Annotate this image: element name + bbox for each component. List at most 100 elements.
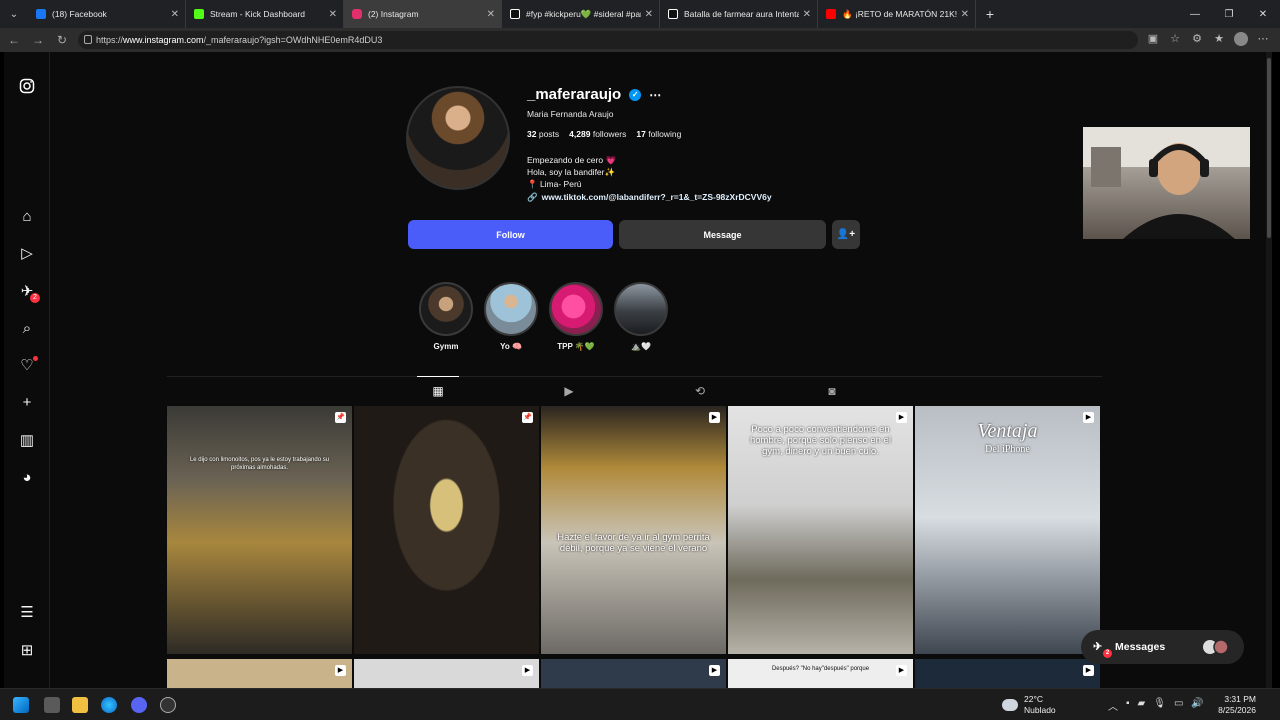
windows-start-icon[interactable]: [13, 697, 29, 713]
following-stat[interactable]: 17 following: [636, 129, 681, 139]
close-tab-icon[interactable]: ✕: [171, 9, 179, 20]
grid-post[interactable]: ▶: [915, 659, 1100, 691]
forward-arrow-icon[interactable]: →: [26, 33, 50, 47]
site-info-icon[interactable]: [84, 35, 92, 44]
grid-post[interactable]: ▶: [354, 659, 539, 691]
messages-icon: ✈ 2: [1093, 640, 1112, 658]
grid-post[interactable]: ▶ Hazte el favor de ya ir al gym perrita…: [541, 406, 726, 654]
highlight-mountain[interactable]: ⛰️🤍: [613, 282, 669, 351]
tab-facebook[interactable]: (18) Facebook ✕: [28, 0, 186, 28]
suggested-users-icon[interactable]: 👤+: [832, 220, 860, 249]
tab-youtube[interactable]: 🔥 ¡RETO de MARATÓN 21K! 🏃 ✕: [818, 0, 976, 28]
dashboard-icon[interactable]: ▥: [18, 432, 36, 450]
menu-dots-icon[interactable]: ⋯: [1256, 32, 1270, 46]
reel-icon: ▶: [709, 412, 720, 423]
minimize-icon[interactable]: —: [1178, 9, 1212, 20]
extensions-icon[interactable]: ⚙: [1190, 32, 1204, 46]
network-icon[interactable]: ▭: [1174, 698, 1183, 713]
url-scheme: https://: [96, 35, 124, 45]
notifications-heart-icon[interactable]: ♡: [18, 356, 38, 375]
more-menu-icon[interactable]: ☰: [18, 604, 36, 622]
reels-tab-icon[interactable]: ▶: [561, 383, 577, 399]
tab-title: Stream - Kick Dashboard: [210, 9, 305, 19]
home-icon[interactable]: ⌂: [18, 208, 36, 226]
close-tab-icon[interactable]: ✕: [803, 9, 811, 20]
messages-icon[interactable]: ✈ 2: [18, 283, 40, 303]
microphone-icon[interactable]: 🎙: [1153, 698, 1166, 713]
volume-icon[interactable]: 🔊: [1191, 698, 1203, 713]
profile-picture[interactable]: [406, 86, 510, 190]
task-view-icon[interactable]: [44, 697, 60, 713]
reel-icon: ▶: [896, 665, 907, 676]
close-window-icon[interactable]: ✕: [1246, 9, 1280, 20]
options-dots-icon[interactable]: ⋯: [649, 88, 661, 102]
create-plus-icon[interactable]: +: [18, 394, 36, 412]
close-tab-icon[interactable]: ✕: [645, 9, 653, 20]
followers-stat[interactable]: 4,289 followers: [569, 129, 626, 139]
split-screen-icon[interactable]: ▣: [1146, 32, 1160, 46]
search-icon[interactable]: ⌕: [18, 320, 36, 338]
reposts-tab-icon[interactable]: ⟲: [692, 383, 708, 399]
tab-list-chevron-icon[interactable]: ⌄: [0, 9, 28, 20]
highlight-yo[interactable]: Yo 🧠: [483, 282, 539, 351]
highlight-gymm[interactable]: Gymm: [418, 282, 474, 351]
tab-tiktok-2[interactable]: Batalla de farmear aura Intenta fa ✕: [660, 0, 818, 28]
restore-icon[interactable]: ❐: [1212, 9, 1246, 20]
tray-chevron-icon[interactable]: ︿: [1108, 698, 1118, 713]
grid-post[interactable]: Después? "No hay"después" porque ▶: [728, 659, 913, 691]
weather-widget[interactable]: 22°C Nublado: [1002, 694, 1056, 716]
close-tab-icon[interactable]: ✕: [961, 9, 969, 20]
following-label: following: [648, 129, 682, 139]
message-button[interactable]: Message: [619, 220, 826, 249]
highlight-tpp[interactable]: TPP 🌴💚: [548, 282, 604, 351]
reload-icon[interactable]: ↻: [50, 33, 74, 47]
page-scrollbar[interactable]: [1266, 52, 1272, 688]
url-field[interactable]: https://www.instagram.com/_maferaraujo?i…: [78, 31, 1138, 49]
profile-avatar-icon[interactable]: [1234, 32, 1248, 46]
posts-label: posts: [538, 129, 560, 139]
posts-grid-icon[interactable]: ▦: [417, 376, 459, 399]
tab-kick[interactable]: Stream - Kick Dashboard ✕: [186, 0, 344, 28]
new-tab-plus-icon[interactable]: +: [976, 6, 1004, 22]
reels-icon[interactable]: ▷: [18, 245, 36, 263]
grid-post[interactable]: ▶ Poco a poco conventiendome en hombre, …: [728, 406, 913, 654]
messages-floating-button[interactable]: ✈ 2 Messages: [1081, 630, 1244, 664]
youtube-icon: [826, 9, 836, 19]
grid-post[interactable]: 📌 Le dijo con limonoitos, pos ya le esto…: [167, 406, 352, 654]
grid-post[interactable]: ▶ Ventaja Del iPhone: [915, 406, 1100, 654]
reel-icon: ▶: [1083, 665, 1094, 676]
reel-icon: ▶: [335, 665, 346, 676]
profile-link-text[interactable]: www.tiktok.com/@labandiferr?_r=1&_t=ZS-9…: [542, 192, 772, 203]
edge-browser-icon[interactable]: [101, 697, 117, 713]
file-explorer-icon[interactable]: [72, 697, 88, 713]
instagram-logo-icon[interactable]: [18, 78, 36, 96]
grid-post[interactable]: ▶: [167, 659, 352, 691]
tab-title: (18) Facebook: [52, 9, 107, 19]
profile-avatar-icon[interactable]: ◕: [18, 469, 36, 487]
tray-app-icon[interactable]: ▪: [1126, 698, 1130, 713]
grid-post[interactable]: ▶: [541, 659, 726, 691]
favorites-icon[interactable]: ★: [1212, 32, 1226, 46]
link-icon: 🔗: [527, 192, 538, 202]
scrollbar-thumb[interactable]: [1267, 58, 1271, 238]
system-tray: ︿ ▪ ▰ 🎙 ▭ 🔊: [1108, 698, 1204, 713]
profile-link[interactable]: 🔗 www.tiktok.com/@labandiferr?_r=1&_t=ZS…: [527, 192, 772, 203]
tab-tiktok-1[interactable]: #fyp #kickperu💚 #sideral #parat ✕: [502, 0, 660, 28]
back-arrow-icon[interactable]: ←: [2, 33, 26, 47]
window-controls: — ❐ ✕: [1178, 0, 1280, 28]
tab-instagram[interactable]: (2) Instagram ✕: [344, 0, 502, 28]
follow-button[interactable]: Follow: [408, 220, 613, 249]
also-from-meta-icon[interactable]: ⊞: [18, 642, 36, 660]
close-tab-icon[interactable]: ✕: [487, 9, 495, 20]
followers-count: 4,289: [569, 129, 591, 139]
favorite-star-icon[interactable]: ☆: [1168, 32, 1182, 46]
grid-post[interactable]: 📌: [354, 406, 539, 654]
close-tab-icon[interactable]: ✕: [329, 9, 337, 20]
facebook-icon: [36, 9, 46, 19]
discord-icon[interactable]: [131, 697, 147, 713]
obs-icon[interactable]: [160, 697, 176, 713]
nvidia-icon[interactable]: ▰: [1138, 698, 1146, 713]
tagged-tab-icon[interactable]: ◙: [824, 383, 840, 399]
taskbar-clock[interactable]: 3:31 PM 8/25/2026: [1218, 694, 1256, 716]
post-caption: Ventaja: [977, 420, 1038, 442]
